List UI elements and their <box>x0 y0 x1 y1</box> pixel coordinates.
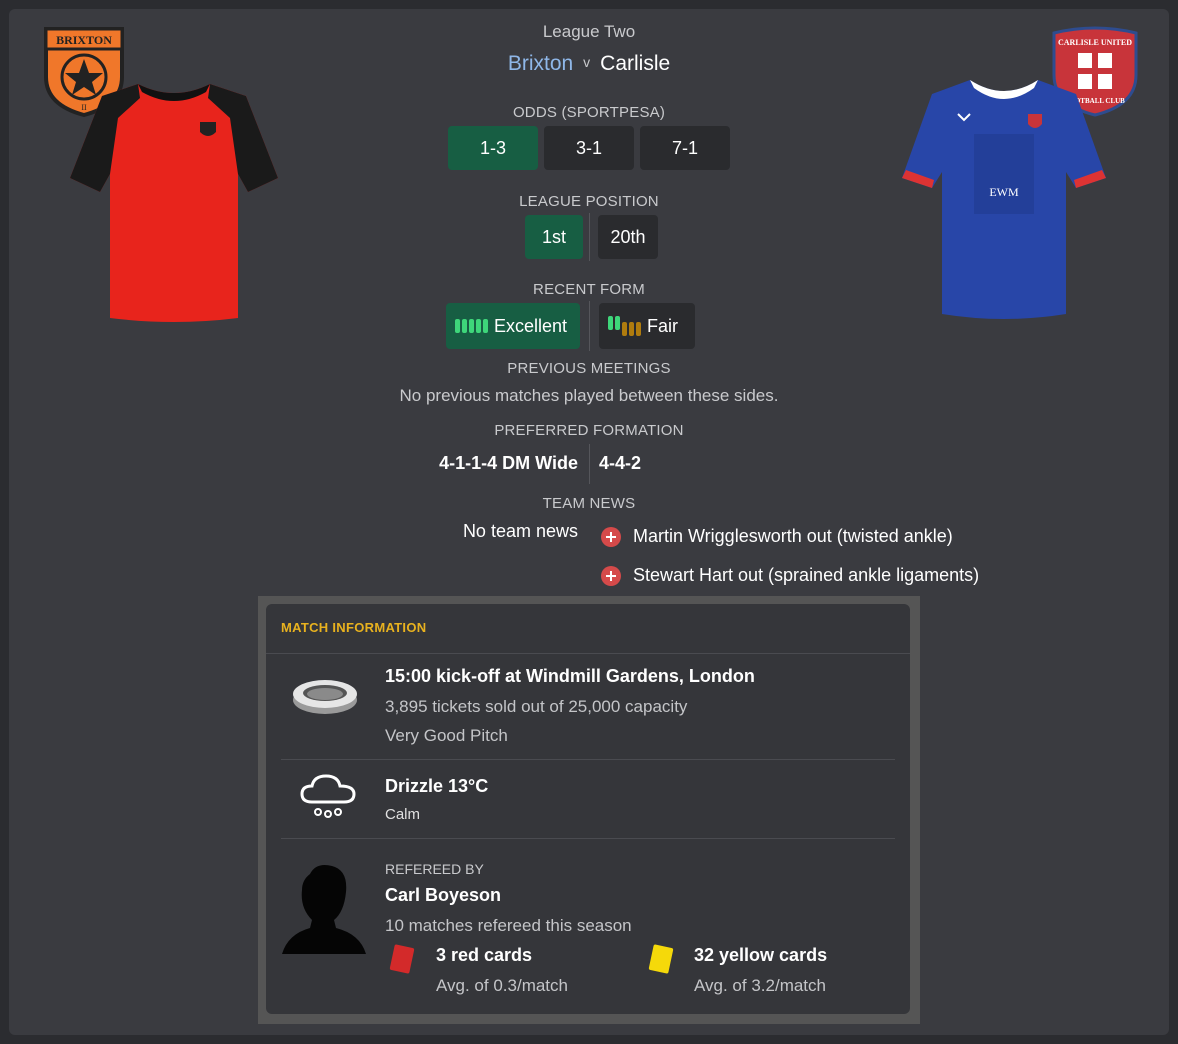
divider <box>266 653 910 654</box>
divider <box>281 759 895 760</box>
team-news-header: TEAM NEWS <box>542 495 636 512</box>
previous-meetings-header: PREVIOUS MEETINGS <box>507 360 671 377</box>
away-recent-form[interactable]: Fair <box>599 303 695 349</box>
ticket-sales: 3,895 tickets sold out of 25,000 capacit… <box>385 697 688 716</box>
referee-name[interactable]: Carl Boyeson <box>385 885 501 906</box>
home-formation[interactable]: 4-1-1-4 DM Wide <box>439 453 578 474</box>
match-information-title: MATCH INFORMATION <box>281 620 427 635</box>
home-league-position[interactable]: 1st <box>525 215 583 259</box>
home-recent-form[interactable]: Excellent <box>446 303 580 349</box>
referee-silhouette-icon[interactable] <box>282 862 366 954</box>
preferred-formation-header: PREFERRED FORMATION <box>494 422 684 439</box>
form-divider <box>589 301 590 351</box>
referee-matches: 10 matches refereed this season <box>385 916 632 935</box>
away-form-label: Fair <box>647 315 678 336</box>
drizzle-cloud-icon <box>300 774 356 818</box>
form-bars-icon <box>455 319 488 333</box>
referee-label: REFEREED BY <box>385 861 484 877</box>
yellow-card-count: 32 yellow cards <box>694 945 828 965</box>
previous-meetings-text: No previous matches played between these… <box>399 386 779 405</box>
wind-condition: Calm <box>385 806 421 823</box>
divider <box>281 838 895 839</box>
injury-icon <box>601 566 621 586</box>
fixture-title: Brixton v Carlisle <box>0 52 1178 76</box>
home-team-news: No team news <box>462 521 578 541</box>
odds-away-win[interactable]: 7-1 <box>640 126 730 170</box>
away-team-link[interactable]: Carlisle <box>600 52 670 75</box>
position-divider <box>589 213 590 261</box>
odds-home-win[interactable]: 1-3 <box>448 126 538 170</box>
form-bars-icon <box>608 316 641 336</box>
injury-icon <box>601 527 621 547</box>
home-team-link[interactable]: Brixton <box>508 52 573 75</box>
yellow-card-average: Avg. of 3.2/match <box>694 976 826 995</box>
away-league-position[interactable]: 20th <box>598 215 658 259</box>
recent-form-header: RECENT FORM <box>533 281 645 298</box>
red-card-average: Avg. of 0.3/match <box>436 976 568 995</box>
formation-divider <box>589 444 590 484</box>
competition-name: League Two <box>542 22 636 41</box>
team-news-item[interactable]: Stewart Hart out (sprained ankle ligamen… <box>633 565 979 586</box>
away-formation[interactable]: 4-4-2 <box>599 453 641 474</box>
weather-forecast: Drizzle 13°C <box>385 776 489 796</box>
versus-label: v <box>583 54 591 70</box>
red-card-count: 3 red cards <box>436 945 533 965</box>
team-news-item[interactable]: Martin Wrigglesworth out (twisted ankle) <box>633 526 953 547</box>
pitch-condition: Very Good Pitch <box>385 726 508 745</box>
odds-header: ODDS (SPORTPESA) <box>512 104 666 121</box>
odds-draw[interactable]: 3-1 <box>544 126 634 170</box>
stadium-icon <box>293 680 357 714</box>
league-position-header: LEAGUE POSITION <box>519 193 659 210</box>
home-form-label: Excellent <box>494 315 568 336</box>
kickoff-venue[interactable]: 15:00 kick-off at Windmill Gardens, Lond… <box>385 666 755 687</box>
